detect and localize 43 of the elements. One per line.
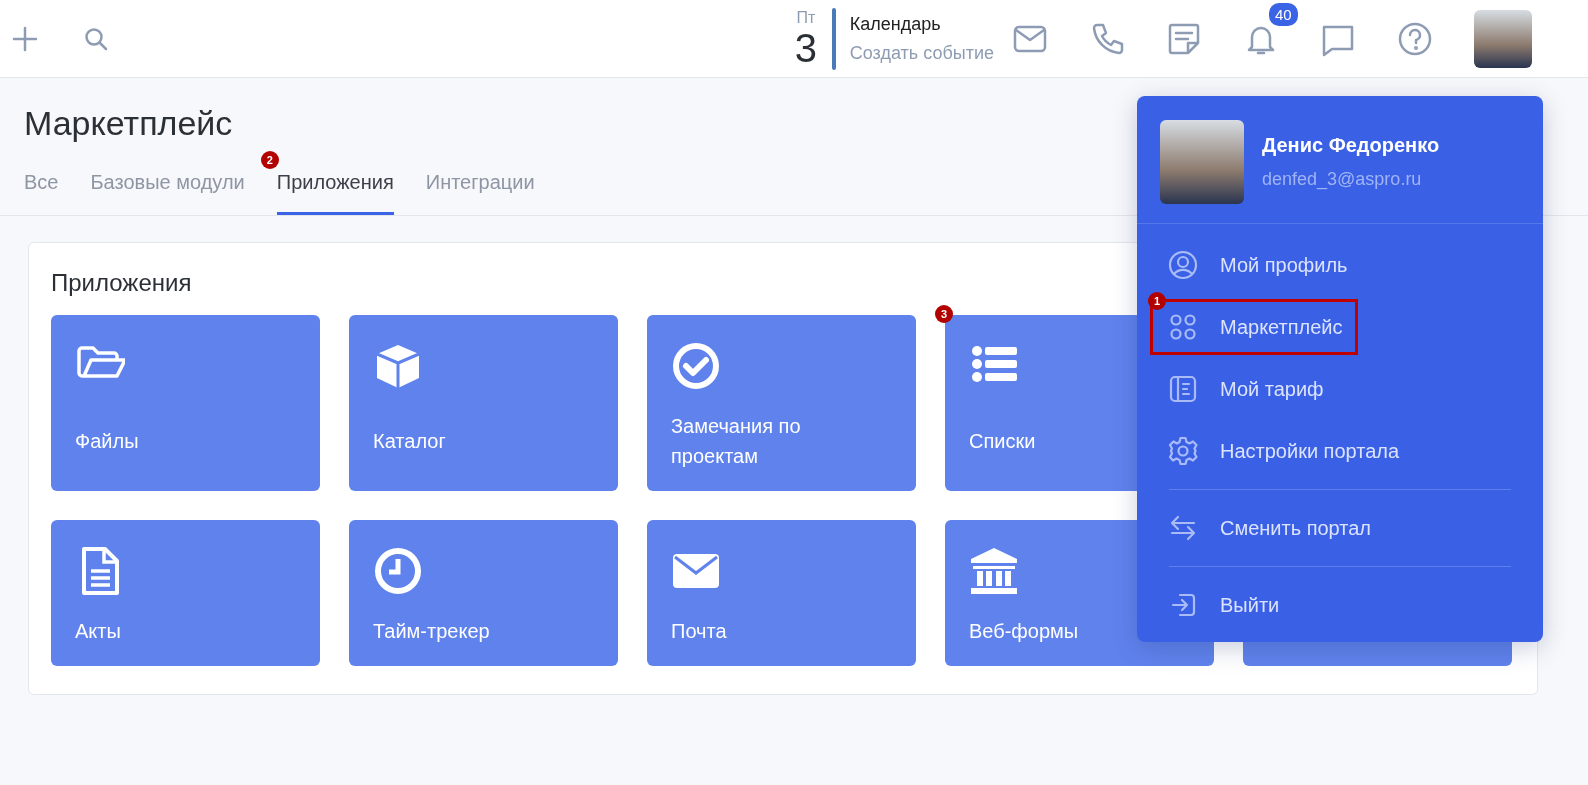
tile-label: Акты bbox=[75, 619, 121, 644]
app-tile[interactable]: Файлы bbox=[51, 315, 320, 491]
search-icon[interactable] bbox=[84, 26, 108, 51]
user-circle-icon bbox=[1168, 250, 1198, 280]
tab[interactable]: Все bbox=[24, 171, 59, 215]
notification-count-badge: 40 bbox=[1267, 0, 1300, 28]
step-marker: 3 bbox=[935, 305, 953, 323]
gear-icon bbox=[1168, 436, 1198, 466]
tile-label: Почта bbox=[671, 619, 727, 644]
tile-label: Каталог bbox=[373, 429, 446, 454]
user-email: denfed_3@aspro.ru bbox=[1262, 169, 1423, 190]
step-marker: 1 bbox=[1148, 292, 1166, 310]
app-tile[interactable]: Почта bbox=[647, 520, 916, 666]
clock-icon bbox=[373, 546, 423, 596]
app-tile[interactable]: Каталог bbox=[349, 315, 618, 491]
app-tile[interactable]: Замечания по проектам bbox=[647, 315, 916, 491]
document-icon bbox=[1168, 374, 1198, 404]
tab[interactable]: Приложения bbox=[276, 171, 394, 215]
app-tile[interactable]: Акты bbox=[51, 520, 320, 666]
building-icon bbox=[969, 546, 1019, 596]
day-number: 3 bbox=[794, 26, 817, 69]
help-icon[interactable] bbox=[1397, 20, 1433, 57]
swap-arrows-icon bbox=[1168, 513, 1198, 543]
app-tile[interactable]: Тайм-трекер bbox=[349, 520, 618, 666]
tile-label: Тайм-трекер bbox=[373, 619, 490, 644]
tile-label: Замечания по проектам bbox=[671, 414, 802, 469]
tile-label: Веб-формы bbox=[969, 619, 1079, 644]
calendar-link[interactable]: Календарь bbox=[849, 13, 994, 35]
avatar-photo-placeholder[interactable] bbox=[1474, 9, 1532, 68]
page-title: Маркетплейс bbox=[24, 104, 234, 143]
user-name: Денис Федоренко bbox=[1262, 134, 1440, 157]
section-title: Приложения bbox=[51, 269, 192, 297]
weekday-label: Пт bbox=[796, 8, 816, 27]
tab[interactable]: Интеграции bbox=[425, 171, 535, 215]
tab[interactable]: Базовые модули bbox=[90, 171, 245, 215]
grid-icon bbox=[1168, 312, 1198, 342]
check-circle-icon bbox=[671, 341, 721, 391]
tile-label: Списки bbox=[969, 429, 1036, 454]
create-event-link[interactable]: Создать событие bbox=[849, 42, 994, 64]
add-icon[interactable] bbox=[12, 25, 38, 52]
tile-label: Файлы bbox=[75, 429, 139, 454]
step-marker: 2 bbox=[260, 151, 279, 169]
menu-item[interactable]: Мой профиль bbox=[1150, 237, 1363, 293]
